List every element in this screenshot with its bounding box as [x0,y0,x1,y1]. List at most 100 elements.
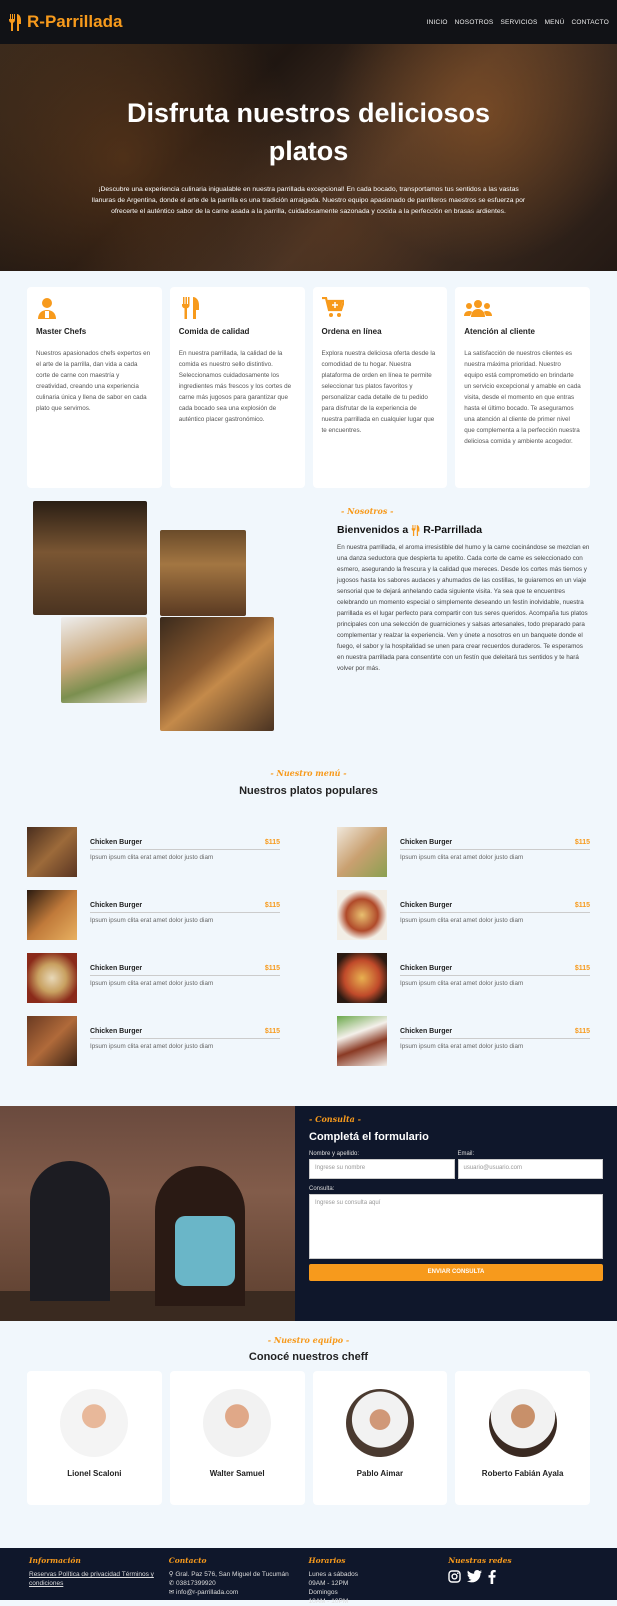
about-kicker: - Nosotros - [341,506,394,516]
dish-item[interactable]: Chicken Burger $115 Ipsum ipsum clita erat… [337,827,590,877]
avatar [488,1389,557,1457]
footer-hours-title: Horarios [308,1556,346,1565]
service-title: Master Chefs [36,327,87,336]
brand-logo[interactable]: R-Parrillada [8,12,122,32]
footer-info-links[interactable]: Reservas Política de privacidad Términos… [29,1571,154,1587]
query-label: Consulta: [309,1186,335,1192]
service-card: Ordena en línea Explora nuestra delicios… [312,287,448,488]
hero-title: Disfruta nuestros deliciosos platos [126,98,491,166]
hours-line: Lunes a sábados [308,1571,359,1578]
chef-card: Walter Samuel [169,1371,305,1505]
nav-item-menu[interactable]: MENÚ [545,19,565,26]
contact-title: Completá el formulario [309,1131,429,1143]
dish-item[interactable]: Chicken Burger $115 Ipsum ipsum clita erat… [27,827,280,877]
dish-item[interactable]: Chicken Burger $115 Ipsum ipsum clita erat… [27,890,280,940]
team-section: - Nuestro equipo - Conocé nuestros cheff… [0,1321,617,1505]
service-card: Comida de calidad En nuestra parrillada,… [169,287,305,488]
submit-button[interactable]: ENVIAR CONSULTA [309,1264,603,1281]
email-input[interactable]: usuario@usuario.com [457,1159,603,1179]
about-title-brand: R-Parrillada [423,524,483,536]
hero-text: ¡Descubre una experiencia culinaria inig… [91,186,526,215]
footer: Información Reservas Política de privaci… [0,1548,617,1605]
about-section: - Nosotros - Bienvenidos a R-Parrillada … [0,490,617,763]
utensils-icon [181,297,199,319]
chefs-list: Lionel Scaloni Walter Samuel Pablo Aimar… [0,1363,617,1505]
dish-name: Chicken Burger [400,839,453,846]
utensils-icon [9,13,21,31]
footer-phone: 03817399920 [176,1580,216,1587]
dish-image [337,890,387,940]
service-card: Master Chefs Nuestros apasionados chefs … [27,287,162,488]
dish-image [27,953,77,1003]
footer-contact-title: Contacto [168,1556,207,1565]
dishes-grid: Chicken Burger $115 Ipsum ipsum clita erat… [0,797,617,1066]
dish-item[interactable]: Chicken Burger $115 Ipsum ipsum clita erat… [27,953,280,1003]
users-icon [464,300,493,317]
menu-section: - Nuestro menú - Nuestros platos popular… [0,763,617,1098]
email-label: Email: [457,1151,475,1157]
contact-form: - Consulta - Completá el formulario Nomb… [295,1106,617,1321]
instagram-icon[interactable] [448,1570,461,1583]
envelope-icon: ✉ [168,1589,177,1596]
dish-name: Chicken Burger [90,1028,143,1035]
dish-price: $115 [574,965,590,972]
dish-name: Chicken Burger [90,965,143,972]
footer-info: Información Reservas Política de privaci… [29,1556,169,1600]
dish-item[interactable]: Chicken Burger $115 Ipsum ipsum clita erat… [337,953,590,1003]
about-title: Bienvenidos a R-Parrillada [337,524,590,536]
dish-item[interactable]: Chicken Burger $115 Ipsum ipsum clita erat… [27,1016,280,1066]
avatar [203,1389,272,1457]
name-label: Nombre y apellido: [309,1151,360,1157]
nav-item-contacto[interactable]: CONTACTO [572,19,609,26]
hero-banner: Disfruta nuestros deliciosos platos ¡Des… [0,44,617,271]
dish-price: $115 [264,839,280,846]
utensils-icon [411,524,420,536]
contact-section: - Consulta - Completá el formulario Nomb… [0,1106,617,1321]
restaurant-photo [33,501,147,615]
twitter-icon[interactable] [467,1570,483,1583]
dining-room-photo [160,530,246,616]
dish-desc: Ipsum ipsum clita erat amet dolor justo … [90,854,214,861]
about-title-prefix: Bienvenidos a [337,524,409,536]
nav-item-inicio[interactable]: INICIO [427,19,448,26]
name-input[interactable]: Ingrese su nombre [309,1159,455,1179]
couple-dining-photo [0,1106,295,1321]
footer-hours: Horarios Lunes a sábados 09AM - 12PM Dom… [308,1556,449,1605]
team-title: Conocé nuestros cheff [248,1351,369,1363]
chef-name: Roberto Fabián Ayala [481,1469,564,1478]
service-text: La satisfacción de nuestros clientes es … [464,350,581,445]
hours-line: 09AM - 12PM [308,1580,349,1587]
dish-desc: Ipsum ipsum clita erat amet dolor justo … [400,980,524,987]
dish-image [337,953,387,1003]
about-content: - Nosotros - Bienvenidos a R-Parrillada … [337,506,590,674]
footer-social: Nuestras redes [448,1556,588,1600]
about-text: En nuestra parrillada, el aroma irresist… [337,544,590,672]
chef-icon [38,298,56,319]
dish-name: Chicken Burger [400,1028,453,1035]
service-title: Comida de calidad [178,327,250,336]
nav-item-servicios[interactable]: SERVICIOS [500,19,537,26]
dish-desc: Ipsum ipsum clita erat amet dolor justo … [90,917,214,924]
team-kicker: - Nuestro equipo - [267,1335,350,1345]
contact-kicker: - Consulta - [309,1114,361,1124]
footer-address: Gral. Paz 576, San Miguel de Tucumán [175,1571,289,1578]
dish-image [337,1016,387,1066]
dish-price: $115 [574,902,590,909]
services-section: Master Chefs Nuestros apasionados chefs … [0,271,617,490]
hours-line: 10AM - 10PM [308,1598,349,1605]
dish-photo [61,617,147,703]
query-textarea[interactable]: Ingrese su consulta aquí [309,1194,603,1259]
service-title: Atención al cliente [464,327,535,336]
facebook-icon[interactable] [488,1570,496,1584]
dish-image [27,1016,77,1066]
dish-price: $115 [574,1028,590,1035]
main-menu: INICIO NOSOTROS SERVICIOS MENÚ CONTACTO [427,19,609,26]
service-text: Explora nuestra deliciosa oferta desde l… [321,350,436,434]
dish-item[interactable]: Chicken Burger $115 Ipsum ipsum clita erat… [337,890,590,940]
menu-title: Nuestros platos populares [239,785,378,797]
nav-item-nosotros[interactable]: NOSOTROS [455,19,494,26]
chef-name: Lionel Scaloni [67,1469,122,1478]
dish-name: Chicken Burger [400,965,453,972]
dish-item[interactable]: Chicken Burger $115 Ipsum ipsum clita erat… [337,1016,590,1066]
dish-name: Chicken Burger [90,839,143,846]
